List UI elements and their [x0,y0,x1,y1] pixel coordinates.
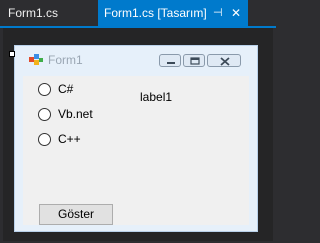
document-tab-bar: Form1.cs Form1.cs [Tasarım] ⊣ ✕ [0,0,276,26]
radio-label: C++ [58,132,81,146]
show-button[interactable]: Göster [39,204,113,225]
form-client-area: C# Vb.net C++ label1 Göster [23,76,249,225]
label1: label1 [140,90,173,104]
form-title-bar: Form1 [15,46,257,76]
radio-button-circle[interactable] [38,133,51,146]
close-button[interactable] [207,54,241,67]
radio-label: Vb.net [58,107,93,121]
minimize-button[interactable] [159,54,181,67]
radio-button-circle[interactable] [38,108,51,121]
close-x-icon [220,57,230,66]
close-icon[interactable]: ✕ [231,0,241,26]
tab-form1-code[interactable]: Form1.cs [0,0,92,26]
radio-label: C# [58,82,74,96]
form-title: Form1 [48,53,83,67]
pin-icon[interactable]: ⊣ [213,0,223,26]
tab-form1-designer[interactable]: Form1.cs [Tasarım] ⊣ ✕ [98,0,248,26]
maximize-icon [190,57,200,65]
visual-studio-window: Form1.cs Form1.cs [Tasarım] ⊣ ✕ Form1 C#… [0,0,276,243]
minimize-icon [167,62,175,64]
form-preview-window[interactable]: Form1 C# Vb.net C++ label1 Göster [14,45,258,232]
tab-label: Form1.cs [8,6,59,20]
radio-button-circle[interactable] [38,83,51,96]
tab-label: Form1.cs [Tasarım] [104,6,207,20]
selection-grab-handle[interactable] [9,51,15,57]
maximize-button[interactable] [183,54,205,67]
form-app-icon [29,54,43,65]
